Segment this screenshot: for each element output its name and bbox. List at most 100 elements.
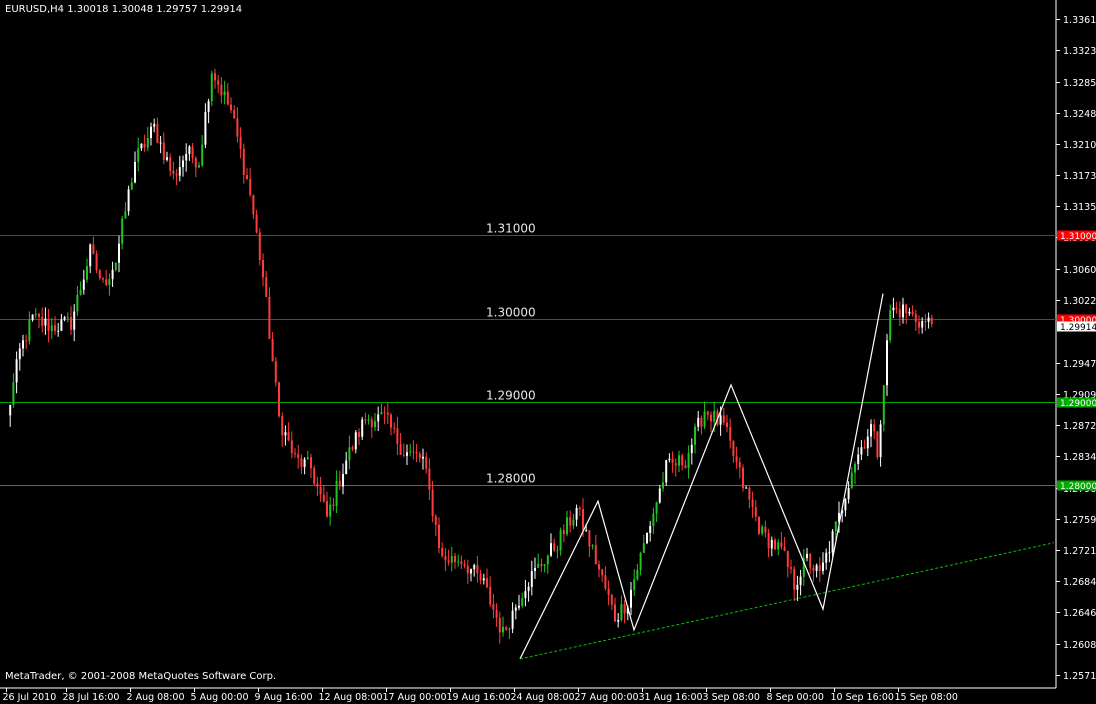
candle-body	[774, 539, 776, 550]
candle-body	[642, 543, 645, 553]
candle-body	[105, 279, 108, 286]
price-tick-label: 1.26460	[1063, 608, 1096, 619]
candle-body	[406, 452, 408, 456]
price-tick-label: 1.33230	[1063, 46, 1096, 57]
candle-body	[566, 517, 568, 535]
candle-body	[204, 112, 207, 145]
candle-body	[236, 118, 239, 137]
candle-body	[540, 563, 543, 567]
candle-body	[143, 143, 146, 148]
candle-body	[153, 123, 156, 127]
candle-body	[553, 543, 556, 551]
candle-body	[620, 604, 623, 620]
time-tick-label: 3 Sep 08:00	[703, 692, 760, 703]
candle-body	[489, 587, 492, 605]
candle-body	[70, 317, 72, 330]
price-tick-label: 1.29470	[1063, 359, 1096, 370]
candle-body	[575, 507, 578, 520]
candle-body	[265, 277, 268, 297]
candle-body	[770, 539, 773, 549]
candle-body	[486, 578, 488, 588]
candle-body	[114, 262, 117, 270]
price-tick-label: 1.30600	[1063, 265, 1096, 276]
candle-body	[415, 452, 418, 454]
candle-body	[866, 436, 869, 449]
time-tick-label: 8 Sep 00:00	[767, 692, 824, 703]
candle-body	[815, 565, 818, 571]
candle-body	[278, 382, 280, 417]
candle-body	[681, 455, 684, 466]
candle-body	[188, 146, 191, 154]
candle-body	[735, 456, 738, 463]
candle-body	[351, 447, 354, 450]
price-tick-label: 1.26840	[1063, 577, 1096, 588]
candle-body	[572, 519, 575, 526]
candle-body	[825, 552, 828, 563]
candle-body	[31, 314, 34, 320]
candle-body	[370, 419, 373, 428]
candle-body	[482, 578, 485, 581]
candle-body	[514, 607, 517, 611]
candle-body	[652, 513, 655, 527]
candle-body	[329, 504, 332, 517]
candle-body	[444, 556, 447, 561]
candle-body	[447, 560, 450, 563]
candle-body	[412, 451, 415, 453]
candle-body	[284, 432, 287, 436]
candle-body	[550, 543, 552, 556]
candle-body	[25, 340, 28, 342]
candle-body	[92, 244, 95, 254]
candle-body	[809, 553, 812, 568]
candle-body	[530, 570, 533, 587]
candle-body	[463, 563, 466, 566]
candle-body	[108, 279, 111, 286]
candle-body	[684, 465, 687, 469]
price-tick-label: 1.28720	[1063, 421, 1096, 432]
candle-body	[924, 321, 927, 323]
level-label: 1.29000	[486, 389, 536, 403]
candle-body	[678, 455, 680, 466]
candle-body	[870, 424, 872, 437]
candle-body	[172, 170, 175, 174]
candle-body	[732, 440, 735, 457]
candle-body	[450, 555, 453, 563]
candle-body	[591, 545, 594, 547]
candle-body	[178, 167, 181, 176]
price-tick-label: 1.27590	[1063, 515, 1096, 526]
candle-body	[95, 253, 98, 271]
candle-body	[908, 311, 911, 314]
candle-body	[22, 340, 24, 349]
candle-body	[473, 564, 476, 570]
candle-body	[505, 626, 508, 630]
candle-body	[425, 456, 428, 469]
candle-body	[121, 218, 124, 244]
candle-body	[719, 415, 722, 425]
candle-body	[863, 447, 866, 449]
candle-body	[214, 73, 216, 81]
candle-body	[239, 136, 242, 149]
candle-body	[790, 567, 792, 569]
candle-body	[396, 428, 399, 444]
time-tick-label: 24 Aug 08:00	[511, 692, 575, 703]
candle-body	[796, 584, 799, 590]
candle-body	[15, 359, 18, 383]
candle-body	[886, 340, 888, 386]
candle-body	[332, 504, 335, 506]
candle-body	[914, 314, 917, 322]
candle-body	[316, 483, 319, 487]
candle-body	[361, 419, 364, 437]
time-tick-label: 17 Aug 00:00	[383, 692, 447, 703]
candle-body	[546, 555, 549, 565]
candle-body	[492, 604, 495, 610]
candle-body	[210, 73, 213, 102]
candle-body	[649, 526, 652, 533]
candle-body	[431, 489, 434, 517]
candle-body	[799, 576, 802, 585]
price-chart[interactable]: 1.33610 1.33230 1.32850 1.32480 1.32100 1.317…	[0, 0, 1096, 704]
candle-body	[63, 317, 66, 320]
candle-body	[287, 432, 290, 441]
price-tick-label: 1.33610	[1063, 15, 1096, 26]
candle-body	[185, 153, 188, 161]
candle-body	[927, 317, 930, 322]
candle-body	[822, 562, 824, 571]
